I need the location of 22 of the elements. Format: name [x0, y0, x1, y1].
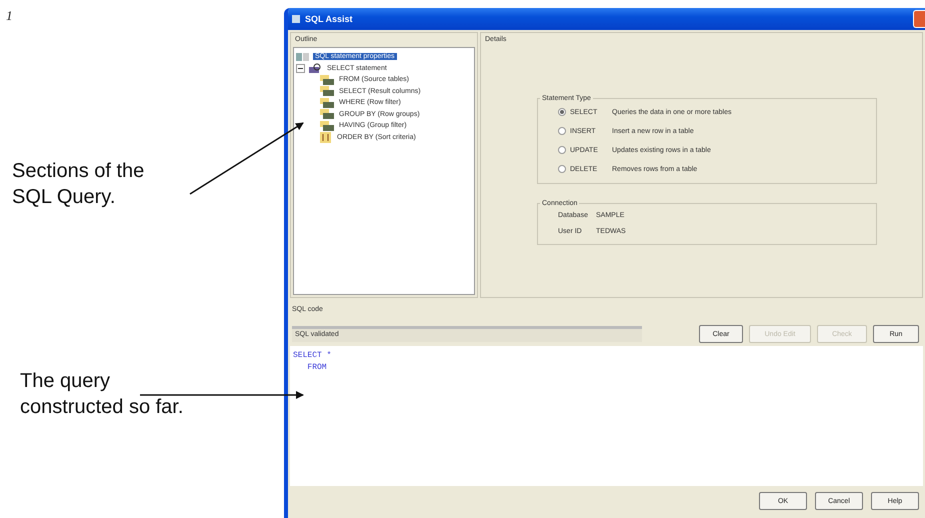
statement-icon — [308, 62, 322, 74]
folder-table-icon — [320, 109, 334, 120]
folder-table-icon — [320, 74, 334, 85]
radio-button[interactable] — [558, 146, 566, 154]
annotation-text: Sections of the SQL Query. — [12, 159, 144, 210]
properties-icon — [296, 52, 310, 62]
folder-table-icon — [320, 98, 334, 108]
radio-button[interactable] — [558, 108, 566, 116]
code-editor[interactable]: SELECT * FROM — [290, 346, 923, 486]
close-button[interactable] — [913, 10, 925, 28]
annotation-text: The query constructed so far. — [20, 369, 184, 420]
collapse-toggle[interactable] — [296, 64, 305, 73]
radio-button[interactable] — [558, 127, 566, 135]
folder-table-icon — [320, 86, 334, 96]
window-title: SQL Assist — [305, 14, 354, 24]
folder-table-icon — [320, 120, 334, 131]
page-number: 1 — [6, 8, 12, 24]
sort-icon — [320, 132, 332, 143]
app-icon — [292, 15, 300, 23]
code-line: FROM — [306, 362, 328, 374]
code-line: SELECT * — [293, 350, 332, 362]
radio-button[interactable] — [558, 165, 566, 173]
